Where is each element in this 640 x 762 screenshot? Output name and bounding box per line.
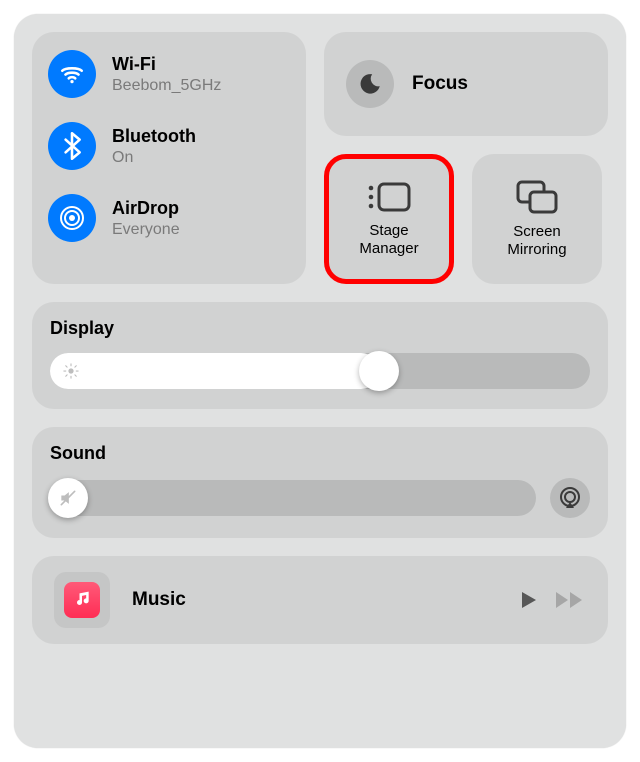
connectivity-group: Wi-Fi Beebom_5GHz Bluetooth On: [32, 32, 306, 284]
stage-manager-label: StageManager: [359, 222, 418, 258]
wifi-toggle[interactable]: Wi-Fi Beebom_5GHz: [48, 50, 290, 98]
wifi-text: Wi-Fi Beebom_5GHz: [112, 54, 221, 95]
airplay-audio-icon: [558, 486, 582, 510]
display-slider[interactable]: [50, 353, 590, 389]
stage-manager-button[interactable]: StageManager: [324, 154, 454, 284]
sound-label: Sound: [50, 443, 590, 464]
airdrop-status: Everyone: [112, 221, 180, 239]
volume-muted-icon: [58, 488, 78, 508]
music-app-icon: [54, 572, 110, 628]
display-slider-thumb[interactable]: [359, 351, 399, 391]
bluetooth-toggle[interactable]: Bluetooth On: [48, 122, 290, 170]
play-button[interactable]: [516, 588, 540, 612]
wifi-icon: [48, 50, 96, 98]
next-track-button[interactable]: [554, 588, 586, 612]
wifi-status: Beebom_5GHz: [112, 77, 221, 95]
focus-toggle[interactable]: Focus: [324, 32, 608, 136]
focus-label: Focus: [412, 73, 468, 95]
brightness-low-icon: [62, 353, 80, 389]
now-playing-title: Music: [132, 589, 516, 611]
tiles-row: StageManager ScreenMirroring: [324, 154, 608, 284]
top-row: Wi-Fi Beebom_5GHz Bluetooth On: [32, 32, 608, 284]
now-playing-card[interactable]: Music: [32, 556, 608, 644]
media-controls: [516, 588, 586, 612]
control-center-panel: Wi-Fi Beebom_5GHz Bluetooth On: [14, 14, 626, 748]
sound-card: Sound: [32, 427, 608, 538]
airdrop-toggle[interactable]: AirDrop Everyone: [48, 194, 290, 242]
screen-mirroring-label: ScreenMirroring: [507, 223, 566, 259]
bluetooth-label: Bluetooth: [112, 126, 196, 147]
display-label: Display: [50, 318, 590, 339]
screen-mirroring-icon: [515, 179, 559, 215]
sound-slider[interactable]: [50, 480, 536, 516]
bluetooth-text: Bluetooth On: [112, 126, 196, 167]
sound-slider-thumb[interactable]: [48, 478, 88, 518]
wifi-label: Wi-Fi: [112, 54, 221, 75]
display-card: Display: [32, 302, 608, 409]
moon-icon: [346, 60, 394, 108]
screen-mirroring-button[interactable]: ScreenMirroring: [472, 154, 602, 284]
bluetooth-status: On: [112, 149, 196, 167]
airdrop-text: AirDrop Everyone: [112, 198, 180, 239]
top-right-column: Focus StageManager: [324, 32, 608, 284]
airdrop-icon: [48, 194, 96, 242]
bluetooth-icon: [48, 122, 96, 170]
sound-output-button[interactable]: [550, 478, 590, 518]
stage-manager-icon: [365, 180, 413, 214]
airdrop-label: AirDrop: [112, 198, 180, 219]
